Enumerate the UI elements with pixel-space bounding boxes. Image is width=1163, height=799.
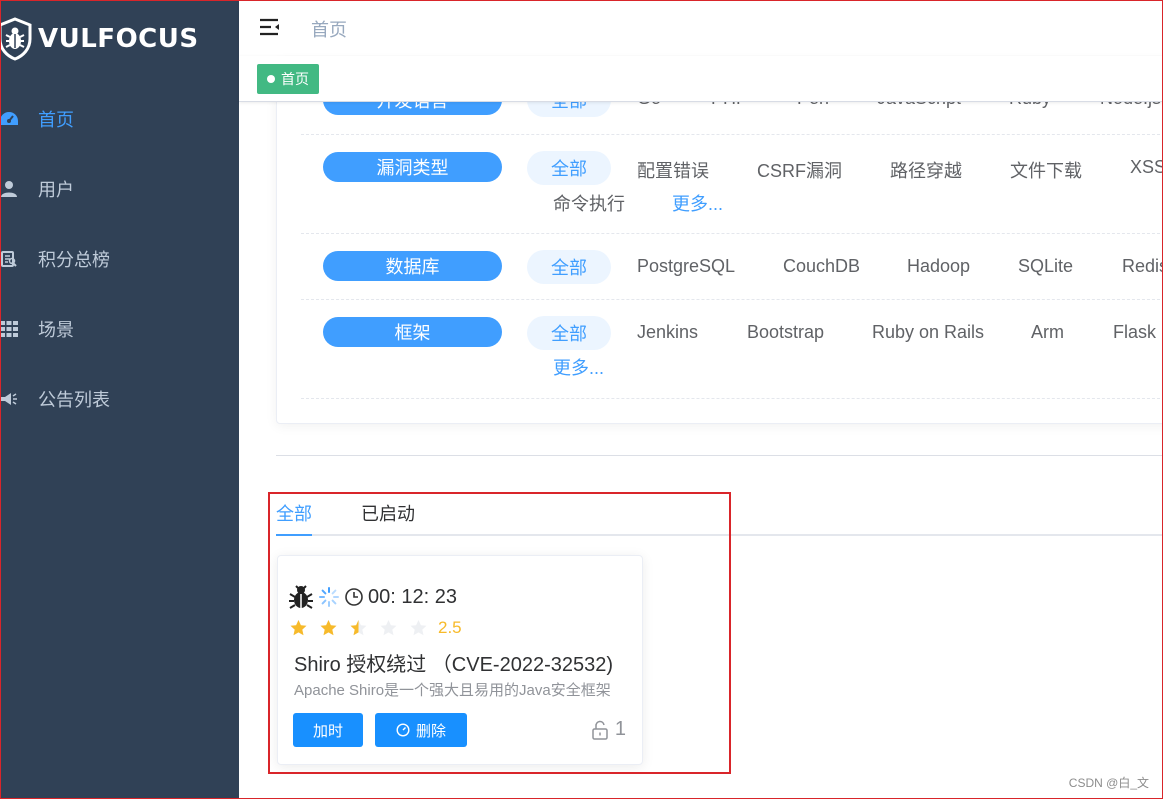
watermark: CSDN @白_文: [1068, 776, 1149, 790]
filter-option[interactable]: SQLite: [1018, 256, 1073, 277]
navbar: 首页: [239, 0, 1163, 56]
unlock-icon: [592, 720, 608, 740]
logo-text: VULFOCUS: [38, 24, 199, 54]
scene-status-row: 00: 12: 23: [288, 584, 457, 610]
rating-value: 2.5: [438, 618, 462, 637]
sidebar-item-users[interactable]: 用户: [0, 154, 239, 224]
ranking-icon: [0, 248, 20, 270]
breadcrumb[interactable]: 首页: [311, 16, 347, 42]
tag-home[interactable]: 首页: [257, 64, 319, 94]
delete-button[interactable]: 删除: [375, 713, 467, 747]
filter-category-pill: 框架: [323, 317, 502, 347]
filter-more-link[interactable]: 更多...: [672, 190, 723, 216]
filter-row-database: 数据库 全部 PostgreSQL CouchDB Hadoop SQLite …: [301, 234, 1163, 300]
lock-count-value: 1: [614, 718, 626, 740]
menu-fold-icon[interactable]: [259, 16, 281, 38]
tab-all[interactable]: 全部: [276, 500, 312, 526]
star-icon[interactable]: [348, 619, 369, 637]
filter-option[interactable]: Ruby on Rails: [872, 322, 984, 343]
filter-all-button[interactable]: 全部: [527, 151, 611, 185]
filter-more-link[interactable]: 更多...: [553, 354, 604, 380]
dashboard-icon: [0, 108, 20, 130]
filter-option[interactable]: 配置错误: [637, 157, 709, 183]
sidebar-item-scenes[interactable]: 场景: [0, 294, 239, 364]
filter-option[interactable]: 路径穿越: [890, 157, 962, 183]
sidebar-item-label: 公告列表: [38, 390, 110, 410]
megaphone-icon: [0, 388, 20, 410]
tab-active-indicator: [276, 534, 312, 536]
section-divider: [276, 455, 1163, 456]
filter-row-vuln-type: 漏洞类型 全部 配置错误 CSRF漏洞 路径穿越 文件下载 XSS 命令执行 更…: [301, 135, 1163, 234]
filter-option[interactable]: Flask: [1113, 322, 1156, 343]
filter-category-pill: 数据库: [323, 251, 502, 281]
tab-started[interactable]: 已启动: [361, 500, 415, 526]
tag-label: 首页: [281, 71, 309, 87]
scene-tabs: 全部 已启动: [276, 496, 1163, 536]
bug-shield-icon: [0, 17, 32, 61]
scene-title[interactable]: Shiro 授权绕过 （CVE-2022-32532): [294, 648, 613, 677]
star-icon[interactable]: [378, 619, 399, 637]
sidebar-item-label: 场景: [38, 320, 74, 340]
sidebar-item-label: 用户: [38, 180, 74, 200]
sidebar: VULFOCUS 首页 用户 积分总榜 场景 公告列表: [0, 0, 239, 799]
filter-row-framework: 框架 全部 Jenkins Bootstrap Ruby on Rails Ar…: [301, 300, 1163, 399]
filter-all-button[interactable]: 全部: [527, 250, 611, 284]
star-icon[interactable]: [288, 619, 309, 637]
filter-option[interactable]: Jenkins: [637, 322, 698, 343]
star-rating: 2.5: [288, 618, 462, 638]
tags-view: 首页: [239, 56, 1163, 102]
filter-option[interactable]: 命令执行: [553, 190, 625, 216]
filter-option[interactable]: Redis: [1122, 256, 1163, 277]
scene-card[interactable]: 00: 12: 23 2.5 Shiro 授权绕过 （CVE-2022-3253…: [277, 555, 643, 765]
filter-option[interactable]: Arm: [1031, 322, 1064, 343]
sidebar-menu: 首页 用户 积分总榜 场景 公告列表: [0, 84, 239, 434]
star-icon[interactable]: [318, 619, 339, 637]
filter-option[interactable]: 文件下载: [1010, 157, 1082, 183]
loading-icon: [319, 587, 339, 607]
countdown-timer: 00: 12: 23: [368, 585, 457, 608]
scene-description: Apache Shiro是一个强大且易用的Java安全框架: [294, 682, 611, 699]
filter-category-pill: 漏洞类型: [323, 152, 502, 182]
filter-all-button[interactable]: 全部: [527, 316, 611, 350]
sidebar-item-label: 积分总榜: [38, 250, 110, 270]
sidebar-item-ranking[interactable]: 积分总榜: [0, 224, 239, 294]
filter-option[interactable]: XSS: [1130, 157, 1163, 178]
sidebar-item-label: 首页: [38, 110, 74, 130]
filter-option[interactable]: CSRF漏洞: [757, 157, 842, 183]
grid-icon: [0, 318, 20, 340]
add-time-label: 加时: [312, 722, 343, 740]
filter-option[interactable]: Bootstrap: [747, 322, 824, 343]
timer-stop-icon: [396, 723, 410, 737]
bug-icon: [289, 585, 313, 609]
filter-option[interactable]: CouchDB: [783, 256, 860, 277]
filter-option[interactable]: PostgreSQL: [637, 256, 735, 277]
sidebar-item-announcements[interactable]: 公告列表: [0, 364, 239, 434]
star-list: [288, 619, 438, 637]
clock-icon: [345, 588, 363, 606]
lock-count: 1: [591, 718, 626, 741]
filter-card: 开发语言 全部 Go PHP Perl JavaScript Ruby Node…: [276, 60, 1163, 424]
user-icon: [0, 178, 20, 200]
tag-active-dot: [267, 75, 275, 83]
sidebar-item-home[interactable]: 首页: [0, 84, 239, 154]
delete-label: 删除: [415, 722, 446, 740]
star-icon[interactable]: [408, 619, 429, 637]
filter-option[interactable]: Hadoop: [907, 256, 970, 277]
add-time-button[interactable]: 加时: [293, 713, 363, 747]
logo[interactable]: VULFOCUS: [0, 14, 199, 64]
